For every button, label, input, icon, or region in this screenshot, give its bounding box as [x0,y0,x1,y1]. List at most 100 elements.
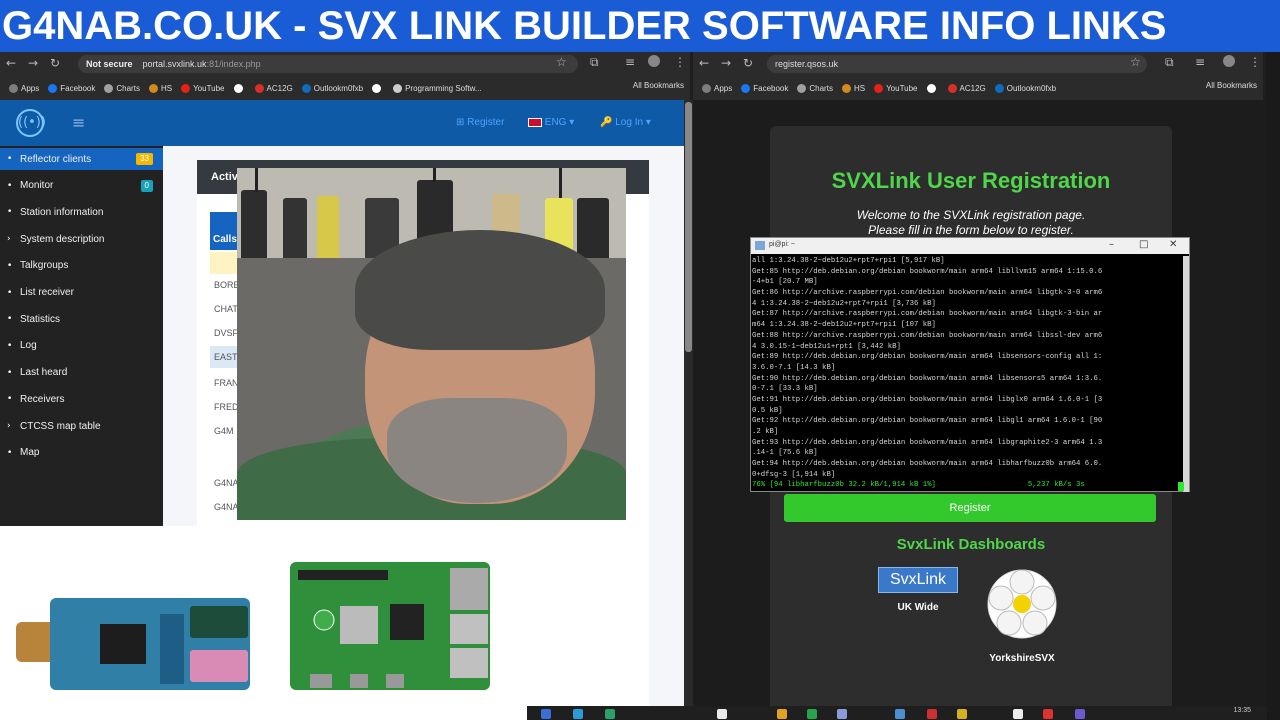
address-bar[interactable]: register.qsos.uk [767,55,1147,73]
sidebar-item[interactable]: • Reflector clients 33 [0,148,163,170]
sidebar-item[interactable]: • Last heard [0,362,163,384]
bookmark-item[interactable]: AC12G [947,83,986,93]
bookmarks-bar: Apps Facebook Charts HS YouTube AC12G Outlookm… [693,78,1263,98]
terminal-window[interactable]: pi@pi: ~ – □ ✕ all 1:3.24.38-2~deb12u2+r… [750,237,1190,492]
hamburger-menu-icon[interactable]: ≡ [72,113,85,132]
callsign-cell[interactable]: G4NA [214,502,239,512]
taskbar-clock[interactable]: 13:35 [1233,707,1251,714]
profile-avatar[interactable] [648,55,660,67]
sidebar-item[interactable]: • Monitor 0 [0,175,163,197]
taskbar-app-icon[interactable] [837,709,847,719]
bookmark-item[interactable]: Outlookm0fxb [994,83,1057,93]
bookmark-item[interactable]: Programming Softw... [393,83,482,93]
taskbar-app-icon[interactable] [1013,709,1023,719]
callsign-cell[interactable]: CHAT [214,304,238,314]
bookmark-item[interactable]: Outlookm0fxb [301,83,363,93]
url-host: portal.svxlink.uk [142,59,207,69]
login-link[interactable]: 🔑 Log In ▾ [600,117,651,128]
register-link[interactable]: ⊞ Register [456,117,504,128]
right-page-scrollbar[interactable] [1257,100,1266,720]
bookmark-star-icon[interactable]: ☆ [556,55,567,69]
media-icon[interactable]: ≡ [625,55,635,69]
sidebar-item[interactable]: • Talkgroups [0,255,163,277]
reload-icon[interactable]: ↻ [44,56,66,70]
bookmark-item[interactable]: Facebook [48,83,95,93]
callsign-cell[interactable]: FRAN [214,378,239,388]
sidebar-item[interactable]: • Log [0,335,163,357]
bookmark-star-icon[interactable]: ☆ [1130,55,1141,69]
yorkshire-label[interactable]: YorkshireSVX [976,653,1068,664]
callsign-cell[interactable]: G4M [214,426,234,436]
left-page-scrollbar[interactable] [684,100,693,720]
taskbar-app-icon[interactable] [605,709,615,719]
sidebar-item-label: Receivers [20,393,65,405]
uk-wide-dashboard-link[interactable]: SvxLink [878,567,958,593]
callsign-cell[interactable]: FRED [214,402,239,412]
taskbar-app-icon[interactable] [957,709,967,719]
terminal-titlebar[interactable]: pi@pi: ~ – □ ✕ [751,238,1189,254]
extensions-icon[interactable]: ⧉ [1165,55,1174,70]
bookmark-item[interactable] [233,83,246,93]
svxlink-logo-icon[interactable]: ((•)) [16,109,46,137]
back-icon[interactable]: ← [693,56,715,70]
taskbar-app-icon[interactable] [895,709,905,719]
bookmark-item[interactable]: YouTube [181,83,225,93]
language-dropdown[interactable]: ENG ▾ [528,117,574,128]
bookmark-item[interactable]: HS [148,83,172,93]
callsign-cell[interactable]: DVSF [214,328,238,338]
register-button[interactable]: Register [784,494,1156,522]
bookmark-item[interactable]: Apps [702,83,732,93]
bookmark-item[interactable]: HS [841,83,865,93]
windows-taskbar: 13:35 [527,706,1267,720]
bookmark-item[interactable]: Charts [797,83,833,93]
bookmark-item[interactable] [926,83,939,93]
forward-icon[interactable]: → [715,56,737,70]
uk-wide-label[interactable]: UK Wide [878,602,958,613]
taskbar-app-icon[interactable] [1075,709,1085,719]
minimize-icon[interactable]: – [1109,239,1114,250]
headphones-icon: • [7,180,13,191]
bookmark-item[interactable]: Charts [104,83,140,93]
callsign-cell[interactable]: BORE [214,280,240,290]
scrollbar-thumb[interactable] [685,102,692,352]
back-icon[interactable]: ← [0,56,22,70]
yorkshire-rose-icon[interactable] [986,568,1058,640]
bookmark-item[interactable]: Facebook [741,83,788,93]
all-bookmarks-button[interactable]: All Bookmarks [1206,81,1257,90]
reload-icon[interactable]: ↻ [737,56,759,70]
sidebar-item[interactable]: • Receivers [0,388,163,410]
sidebar-item[interactable]: • List receiver [0,282,163,304]
taskbar-app-icon[interactable] [1043,709,1053,719]
sidebar-item[interactable]: › System description [0,228,163,250]
taskbar-app-icon[interactable] [573,709,583,719]
forward-icon[interactable]: → [22,56,44,70]
extensions-icon[interactable]: ⧉ [590,55,599,70]
radio-image [283,198,307,258]
sidebar-item[interactable]: • Station information [0,201,163,223]
bookmark-label: Outlookm0fxb [1006,83,1057,93]
all-bookmarks-button[interactable]: All Bookmarks [633,81,684,90]
sidebar-item[interactable]: • Map [0,442,163,464]
close-icon[interactable]: ✕ [1169,239,1177,250]
sidebar-item[interactable]: • Statistics [0,308,163,330]
taskbar-app-icon[interactable] [927,709,937,719]
taskbar-app-icon[interactable] [717,709,727,719]
menu-icon[interactable]: ⋮ [1249,55,1261,69]
profile-avatar[interactable] [1223,55,1235,67]
bookmark-item[interactable] [372,83,384,93]
menu-icon[interactable]: ⋮ [674,55,686,69]
bookmark-item[interactable]: Apps [9,83,39,93]
callsign-cell[interactable]: G4NA [214,478,239,488]
media-icon[interactable]: ≡ [1195,55,1205,69]
terminal-output[interactable]: all 1:3.24.38-2~deb12u2+rpt7+rpi1 [5,917… [751,256,1181,492]
terminal-line: Get:93 http://deb.debian.org/debian book… [752,438,1103,447]
bookmark-item[interactable]: YouTube [874,83,918,93]
taskbar-app-icon[interactable] [807,709,817,719]
bookmark-item[interactable]: AC12G [254,83,293,93]
address-bar[interactable]: Not secure portal.svxlink.uk :81/index.p… [78,55,578,73]
maximize-icon[interactable]: □ [1139,239,1148,250]
sidebar-item[interactable]: › CTCSS map table [0,415,163,437]
taskbar-app-icon[interactable] [777,709,787,719]
terminal-scrollbar[interactable] [1183,256,1189,492]
start-icon[interactable] [541,709,551,719]
